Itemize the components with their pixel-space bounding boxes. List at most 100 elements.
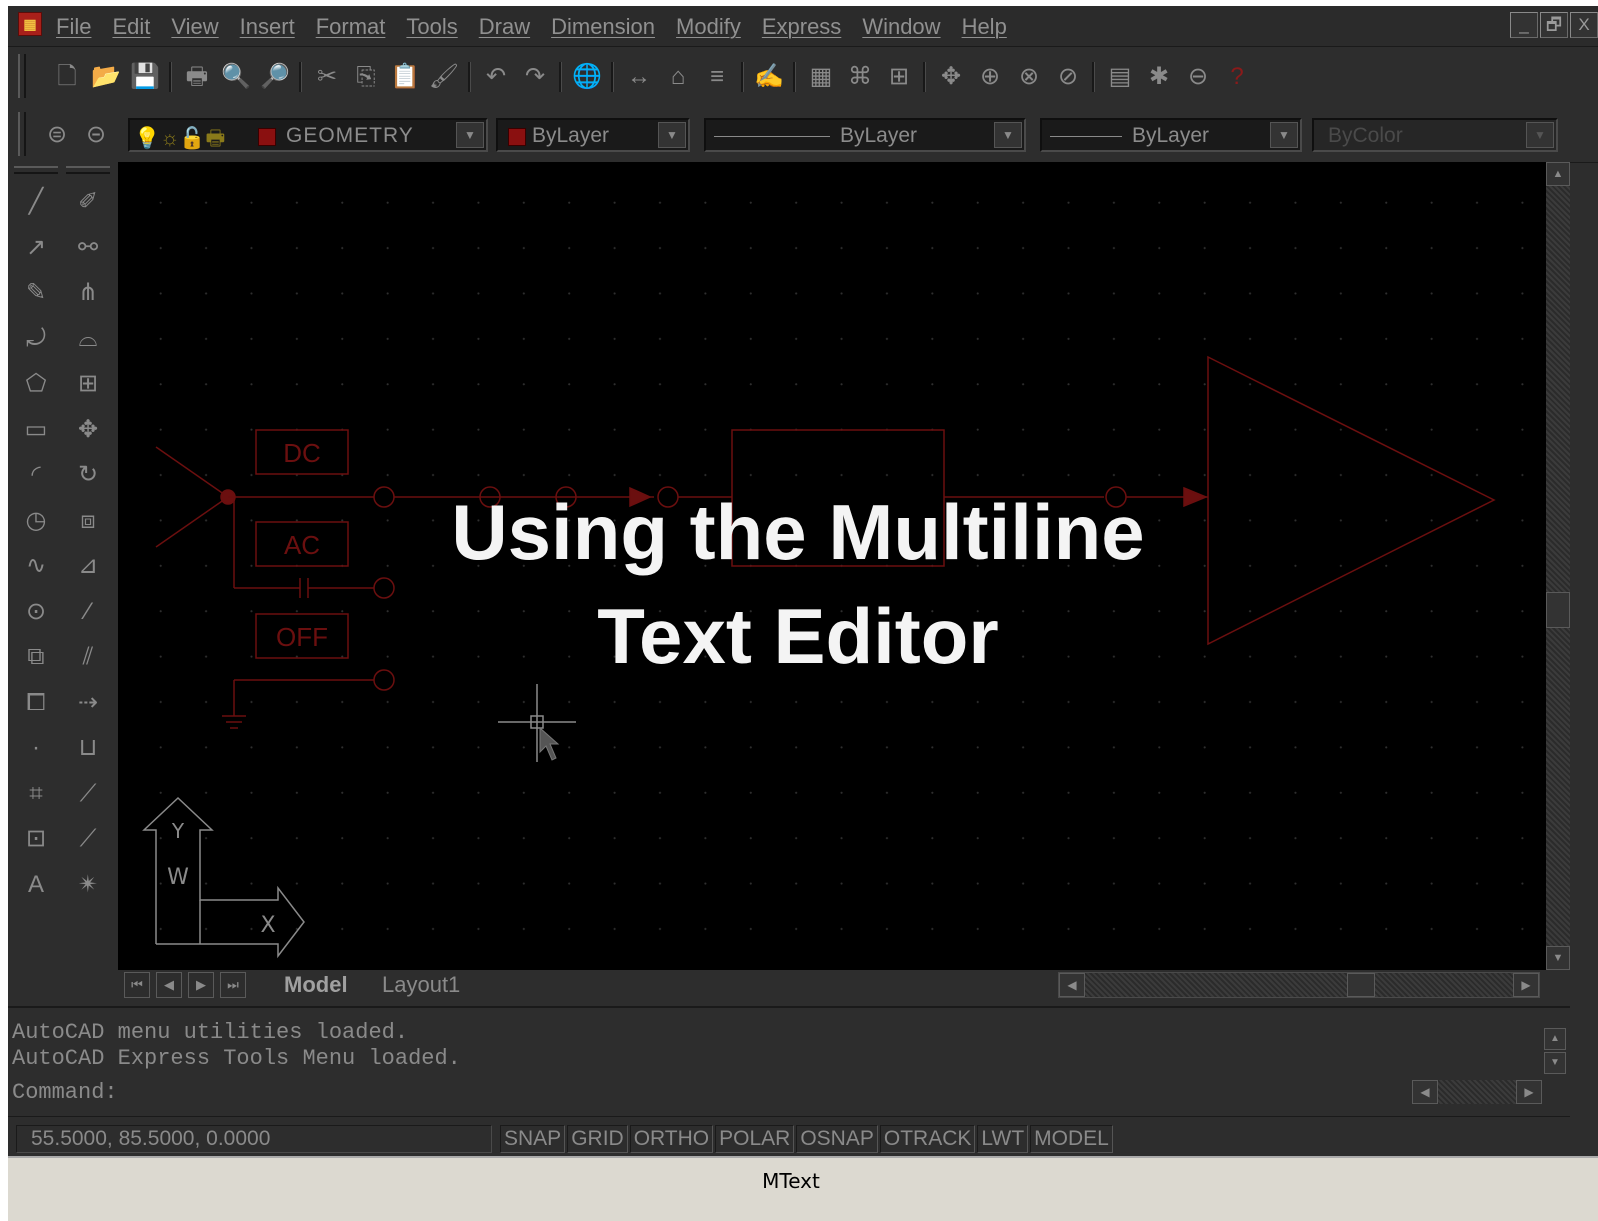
toolbar-grip[interactable]	[18, 112, 26, 156]
layer-icon[interactable]: ≡	[700, 60, 734, 94]
horizontal-scrollbar[interactable]: ◀ ▶	[1058, 972, 1540, 998]
array-icon[interactable]: ⊞	[70, 366, 106, 402]
circle-icon[interactable]: ◷	[18, 503, 54, 539]
layer-manager-icon[interactable]: ⊜	[40, 118, 74, 152]
close-button[interactable]: X	[1570, 12, 1598, 38]
toggle-grid[interactable]: GRID	[567, 1125, 628, 1153]
toggle-osnap[interactable]: OSNAP	[796, 1125, 878, 1153]
first-tab-icon[interactable]: ⏮	[124, 972, 150, 998]
copy-object-icon[interactable]: ⚯	[70, 230, 106, 266]
construction-line-icon[interactable]: ↗	[18, 230, 54, 266]
scroll-up-icon[interactable]: ▲	[1546, 162, 1570, 186]
save-icon[interactable]: 💾	[128, 60, 162, 94]
properties-icon[interactable]: ▦	[804, 60, 838, 94]
copy-icon[interactable]: ⎘	[349, 60, 383, 94]
help-icon[interactable]: ?	[1220, 60, 1254, 94]
menu-insert[interactable]: Insert	[240, 14, 295, 40]
redo-icon[interactable]: ↷	[518, 60, 552, 94]
pan-icon[interactable]: ✥	[934, 60, 968, 94]
erase-icon[interactable]: ✐	[70, 184, 106, 220]
vertical-scrollbar[interactable]: ▲ ▼	[1546, 162, 1570, 970]
toolbar-grip[interactable]	[66, 166, 110, 174]
prev-tab-icon[interactable]: ◀	[156, 972, 182, 998]
layer-dropdown[interactable]: 💡☼🔓🖶 GEOMETRY ▼	[128, 118, 488, 152]
zoom-icon[interactable]: ⊕	[973, 60, 1007, 94]
toggle-otrack[interactable]: OTRACK	[879, 1125, 976, 1153]
cut-icon[interactable]: ✂	[310, 60, 344, 94]
scroll-right-icon[interactable]: ▶	[1513, 973, 1539, 997]
print-icon[interactable]: 🖶	[180, 60, 214, 94]
match-properties-icon[interactable]: 🖌	[427, 60, 461, 94]
fillet-icon[interactable]: ⟋	[70, 776, 106, 812]
menu-format[interactable]: Format	[316, 14, 386, 40]
scale-icon[interactable]: ⧈	[70, 503, 106, 539]
paste-icon[interactable]: 📋	[388, 60, 422, 94]
autocad-app-icon[interactable]: ▦	[18, 12, 42, 36]
zoom-window-icon[interactable]: ⊗	[1012, 60, 1046, 94]
offset-icon[interactable]: ⌓	[70, 321, 106, 357]
chevron-down-icon[interactable]: ▼	[658, 122, 686, 148]
next-tab-icon[interactable]: ▶	[188, 972, 214, 998]
scroll-down-icon[interactable]: ▼	[1544, 1052, 1566, 1074]
scroll-left-icon[interactable]: ◀	[1059, 973, 1085, 997]
chamfer-icon[interactable]: ⊔	[70, 730, 106, 766]
distance-icon[interactable]: ↔	[622, 60, 656, 94]
last-tab-icon[interactable]: ⏭	[220, 972, 246, 998]
print-preview-icon[interactable]: 🔍	[219, 60, 253, 94]
toggle-polar[interactable]: POLAR	[715, 1125, 795, 1153]
menu-edit[interactable]: Edit	[112, 14, 150, 40]
rectangle-icon[interactable]: ▭	[18, 412, 54, 448]
polyline-icon[interactable]: ✎	[18, 275, 54, 311]
command-hscroll[interactable]: ◀ ▶	[1412, 1080, 1542, 1104]
hatch-icon[interactable]: ⌗	[18, 776, 54, 812]
move-icon[interactable]: ✥	[70, 412, 106, 448]
lineweight-dropdown[interactable]: ByLayer ▼	[1040, 118, 1302, 152]
render-icon[interactable]: ✱	[1142, 60, 1176, 94]
toggle-model[interactable]: MODEL	[1030, 1125, 1113, 1153]
make-block-icon[interactable]: ⧠	[18, 685, 54, 721]
mirror-icon[interactable]: ⋔	[70, 275, 106, 311]
ellipse-icon[interactable]: ⊙	[18, 594, 54, 630]
chevron-down-icon[interactable]: ▼	[994, 122, 1022, 148]
menu-window[interactable]: Window	[862, 14, 940, 40]
menu-dimension[interactable]: Dimension	[551, 14, 655, 40]
design-center-icon[interactable]: ⌘	[843, 60, 877, 94]
web-icon[interactable]: 🌐	[570, 60, 604, 94]
toolbar-grip[interactable]	[14, 166, 58, 174]
toolbar-grip[interactable]	[18, 54, 26, 98]
rotate-icon[interactable]: ↻	[70, 457, 106, 493]
region-icon[interactable]: ⊡	[18, 821, 54, 857]
undo-icon[interactable]: ↶	[479, 60, 513, 94]
trim-icon[interactable]: ⁄	[70, 594, 106, 630]
menu-modify[interactable]: Modify	[676, 14, 741, 40]
spline-icon[interactable]: ∿	[18, 548, 54, 584]
command-prompt[interactable]: Command:	[12, 1078, 1402, 1108]
minimize-button[interactable]: _	[1510, 12, 1538, 38]
scroll-right-icon[interactable]: ▶	[1516, 1080, 1542, 1104]
pen-icon[interactable]: ✍	[752, 60, 786, 94]
toolpalette-icon[interactable]: ▤	[1103, 60, 1137, 94]
toggle-ortho[interactable]: ORTHO	[629, 1125, 714, 1153]
line-icon[interactable]: ╱	[18, 184, 54, 220]
menu-draw[interactable]: Draw	[479, 14, 530, 40]
toggle-lwt[interactable]: LWT	[977, 1125, 1029, 1153]
zoom-previous-icon[interactable]: ⊘	[1051, 60, 1085, 94]
tab-layout1[interactable]: Layout1	[382, 970, 460, 1000]
mtext-icon[interactable]: A	[18, 867, 54, 903]
polygon-icon[interactable]: ⬠	[18, 366, 54, 402]
scroll-down-icon[interactable]: ▼	[1546, 946, 1570, 970]
scroll-left-icon[interactable]: ◀	[1412, 1080, 1438, 1104]
open-icon[interactable]: 📂	[89, 60, 123, 94]
find-icon[interactable]: 🔎	[258, 60, 292, 94]
new-icon[interactable]: 🗋	[50, 60, 84, 94]
toggle-snap[interactable]: SNAP	[500, 1125, 566, 1153]
chevron-down-icon[interactable]: ▼	[1270, 122, 1298, 148]
dview-icon[interactable]: ⊞	[882, 60, 916, 94]
stretch-icon[interactable]: ⊿	[70, 548, 106, 584]
arc-icon[interactable]: ◜	[18, 457, 54, 493]
menu-help[interactable]: Help	[962, 14, 1007, 40]
scroll-thumb[interactable]	[1546, 592, 1570, 628]
extend-icon[interactable]: ⫽	[70, 639, 106, 675]
restore-button[interactable]: 🗗	[1540, 12, 1568, 38]
drawing-canvas[interactable]: DC AC OFF Y W X Using the Multiline Text…	[118, 162, 1546, 970]
